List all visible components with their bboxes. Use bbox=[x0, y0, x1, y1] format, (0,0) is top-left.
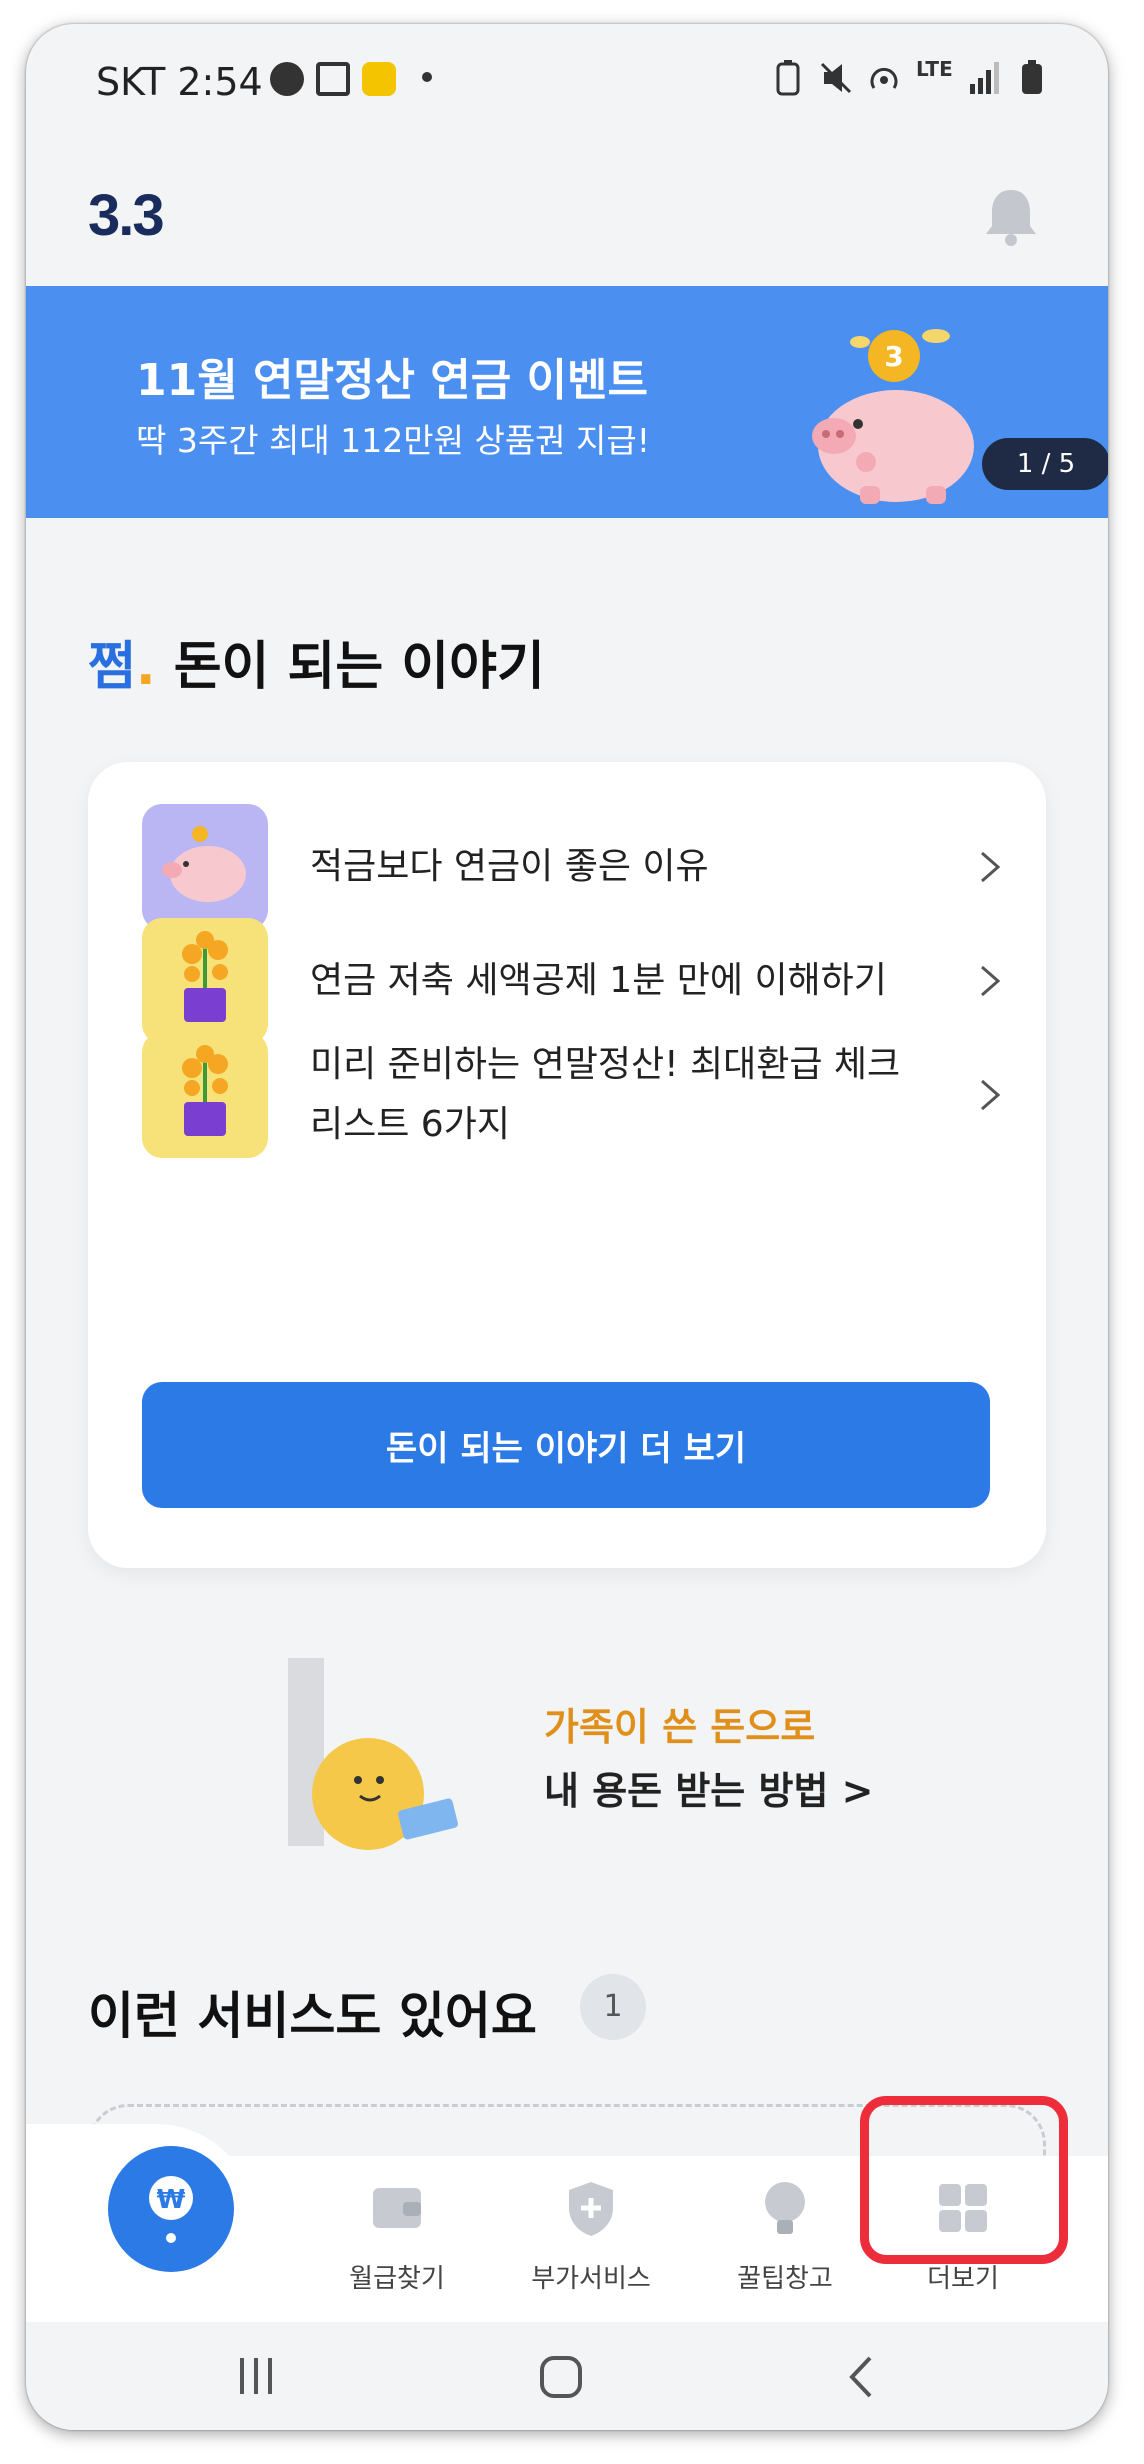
promo-line2: 내 용돈 받는 방법 > bbox=[544, 1769, 874, 1813]
nav-label: 꿀팁창고 bbox=[737, 2264, 833, 2294]
signal-icon bbox=[968, 60, 1000, 96]
nav-extra-services[interactable]: 부가서비스 bbox=[506, 2156, 676, 2322]
chevron-right-icon bbox=[981, 1079, 1001, 1111]
nav-salary-find[interactable]: 월급찾기 bbox=[312, 2156, 482, 2322]
event-banner[interactable]: 11월 연말정산 연금 이벤트 딱 3주간 최대 112만원 상품권 지급! 3… bbox=[26, 286, 1108, 518]
story-item[interactable]: 미리 준비하는 연말정산! 최대환급 체크리스트 6가지 bbox=[142, 1032, 1002, 1158]
more-highlight-box bbox=[860, 2096, 1068, 2264]
lte-icon: LTE bbox=[916, 57, 953, 81]
app-logo[interactable]: 3.3 bbox=[88, 182, 165, 249]
hotspot-icon bbox=[868, 60, 900, 96]
story-title: 미리 준비하는 연말정산! 최대환급 체크리스트 6가지 bbox=[310, 1044, 901, 1145]
carrier-time: SKT 2:54 bbox=[96, 60, 263, 104]
battery-icon bbox=[1016, 60, 1048, 96]
won-bulb-icon: ₩ bbox=[149, 2176, 193, 2243]
app-header: 3.3 bbox=[26, 134, 1108, 286]
nav-label: 부가서비스 bbox=[531, 2264, 651, 2294]
status-bar: SKT 2:54 LTE bbox=[26, 24, 1108, 134]
money-plant-icon bbox=[142, 918, 268, 1044]
home-icon[interactable] bbox=[538, 2354, 584, 2400]
recent-apps-icon[interactable] bbox=[234, 2354, 278, 2398]
mute-icon bbox=[820, 60, 852, 96]
banner-title: 11월 연말정산 연금 이벤트 bbox=[136, 355, 648, 406]
logo-text: 3.3 bbox=[88, 183, 165, 248]
story-item[interactable]: 적금보다 연금이 좋은 이유 bbox=[142, 804, 1002, 930]
status-icons: LTE bbox=[772, 57, 1048, 96]
coin-character-illustration bbox=[288, 1654, 488, 1854]
piggy-bank-icon bbox=[142, 804, 268, 930]
banner-subtitle: 딱 3주간 최대 112만원 상품권 지급! bbox=[136, 421, 650, 460]
story-card: 적금보다 연금이 좋은 이유 연금 저축 세액공제 1분 만에 이해하기 미리 … bbox=[88, 762, 1046, 1568]
services-count-badge: 1 bbox=[580, 1974, 646, 2040]
svg-text:₩: ₩ bbox=[157, 2185, 186, 2215]
nav-label: 월급찾기 bbox=[349, 2264, 445, 2294]
nav-tips[interactable]: 꿀팁창고 bbox=[700, 2156, 870, 2322]
brand-dot: . bbox=[135, 637, 156, 697]
battery-saver-icon bbox=[772, 60, 804, 96]
shield-plus-icon bbox=[569, 2182, 613, 2236]
svg-text:3: 3 bbox=[884, 340, 903, 373]
notification-bell-icon[interactable] bbox=[982, 186, 1040, 246]
more-stories-button[interactable]: 돈이 되는 이야기 더 보기 bbox=[142, 1382, 990, 1508]
kb-notification-icon bbox=[362, 62, 396, 96]
home-won-button[interactable]: ₩ bbox=[108, 2146, 234, 2272]
story-title: 연금 저축 세액공제 1분 만에 이해하기 bbox=[310, 960, 887, 1001]
system-nav-bar bbox=[26, 2322, 1108, 2430]
services-title: 이런 서비스도 있어요 bbox=[88, 1987, 537, 2045]
story-title: 적금보다 연금이 좋은 이유 bbox=[310, 846, 709, 887]
talk-notification-icon bbox=[270, 62, 304, 96]
promo-line1: 가족이 쓴 돈으로 bbox=[544, 1705, 816, 1749]
gallery-notification-icon bbox=[316, 62, 350, 96]
lightbulb-icon bbox=[765, 2182, 805, 2234]
wallet-icon bbox=[373, 2188, 421, 2228]
banner-pager: 1 / 5 bbox=[982, 438, 1108, 490]
section-title: 쩜. 돈이 되는 이야기 bbox=[88, 624, 545, 699]
more-notifications-icon bbox=[422, 72, 432, 82]
section-title-text: 돈이 되는 이야기 bbox=[173, 637, 545, 697]
story-item[interactable]: 연금 저축 세액공제 1분 만에 이해하기 bbox=[142, 918, 1002, 1044]
piggy-bank-illustration: 3 bbox=[796, 306, 996, 506]
back-icon[interactable] bbox=[846, 2354, 876, 2400]
chevron-right-icon bbox=[981, 851, 1001, 883]
allowance-promo[interactable]: 가족이 쓴 돈으로 내 용돈 받는 방법 > bbox=[288, 1654, 888, 1854]
section-brand: 쩜 bbox=[88, 637, 136, 697]
money-plant-icon bbox=[142, 1032, 268, 1158]
phone-screen: SKT 2:54 LTE 3.3 11월 연말정산 연금 이벤트 딱 3주간 최… bbox=[26, 24, 1108, 2430]
chevron-right-icon bbox=[981, 965, 1001, 997]
